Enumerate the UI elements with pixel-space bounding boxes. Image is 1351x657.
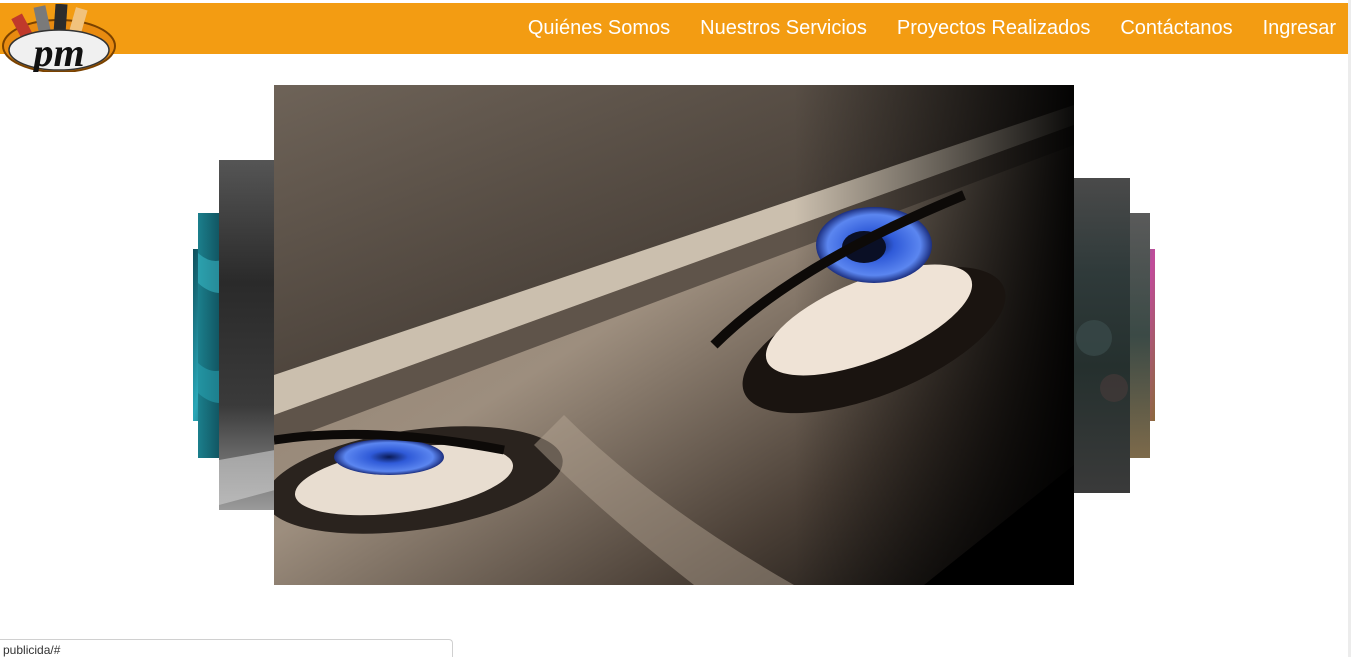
nav-contactanos[interactable]: Contáctanos bbox=[1120, 17, 1232, 40]
image-carousel[interactable] bbox=[190, 84, 1160, 586]
main-nav: Quiénes Somos Nuestros Servicios Proyect… bbox=[528, 3, 1336, 54]
nav-proyectos-realizados[interactable]: Proyectos Realizados bbox=[897, 17, 1090, 40]
carousel-slide-blue-eyes-photo[interactable] bbox=[274, 85, 1074, 585]
browser-status-bar: publicida/# bbox=[0, 639, 453, 657]
carousel-slide-abstract-dark[interactable] bbox=[219, 160, 275, 510]
nav-nuestros-servicios[interactable]: Nuestros Servicios bbox=[700, 17, 867, 40]
pm-logo[interactable]: pm bbox=[2, 3, 118, 75]
status-url: publicida/# bbox=[3, 643, 61, 657]
nav-ingresar[interactable]: Ingresar bbox=[1263, 17, 1336, 40]
svg-text:pm: pm bbox=[30, 30, 84, 72]
nav-quienes-somos[interactable]: Quiénes Somos bbox=[528, 17, 670, 40]
carousel-slide-grunge-texture[interactable] bbox=[1074, 178, 1130, 493]
